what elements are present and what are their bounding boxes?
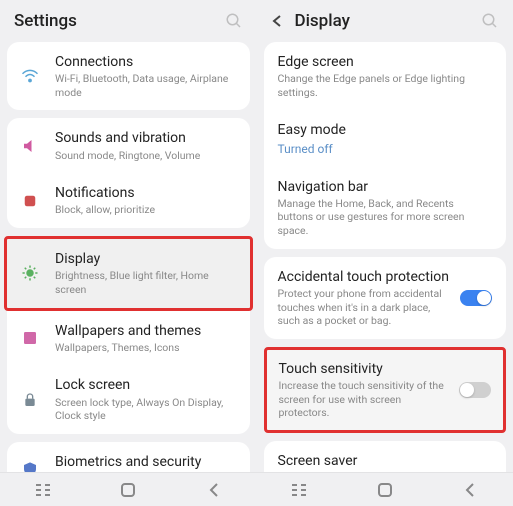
wallpaper-icon xyxy=(19,327,41,349)
display-list: Edge screenChange the Edge panels or Edg… xyxy=(257,42,513,472)
settings-header: Settings xyxy=(0,0,257,42)
back-button[interactable] xyxy=(445,482,495,498)
display-header: Display xyxy=(257,0,513,42)
settings-list: ConnectionsWi-Fi, Bluetooth, Data usage,… xyxy=(0,42,257,472)
back-button[interactable] xyxy=(189,482,239,498)
display-title: Display xyxy=(295,11,482,31)
settings-item-sounds[interactable]: Sounds and vibration Sound mode, Ringtone… xyxy=(7,118,250,173)
toggle-touch-sensitivity[interactable] xyxy=(459,382,491,398)
item-sub: Brightness, Blue light filter, Home scre… xyxy=(55,269,238,296)
item-title: Notifications xyxy=(55,184,238,202)
item-title: Sounds and vibration xyxy=(55,129,238,147)
item-title: Easy mode xyxy=(278,121,493,139)
item-sub: Increase the touch sensitivity of the sc… xyxy=(279,379,452,420)
item-title: Lock screen xyxy=(55,376,238,394)
display-item-edge[interactable]: Edge screenChange the Edge panels or Edg… xyxy=(264,42,507,110)
item-title: Edge screen xyxy=(278,53,493,71)
recents-button[interactable] xyxy=(18,483,68,497)
nav-bar xyxy=(257,472,513,506)
item-sub: Sound mode, Ringtone, Volume xyxy=(55,149,238,163)
item-title: Wallpapers and themes xyxy=(55,322,238,340)
display-item-navbar[interactable]: Navigation barManage the Home, Back, and… xyxy=(264,167,507,249)
item-sub: Protect your phone from accidental touch… xyxy=(278,287,453,328)
nav-bar xyxy=(0,472,257,506)
recents-button[interactable] xyxy=(274,483,324,497)
display-screen: Display Edge screenChange the Edge panel… xyxy=(257,0,513,506)
settings-item-biometrics[interactable]: Biometrics and securityFace recognition,… xyxy=(7,442,250,472)
item-sub: Wi-Fi, Bluetooth, Data usage, Airplane m… xyxy=(55,72,238,99)
settings-item-notifications[interactable]: NotificationsBlock, allow, prioritize xyxy=(7,173,250,228)
item-title: Navigation bar xyxy=(278,178,493,196)
item-sub: Manage the Home, Back, and Recents butto… xyxy=(278,197,493,238)
settings-item-wallpapers[interactable]: Wallpapers and themesWallpapers, Themes,… xyxy=(7,311,250,366)
shield-icon xyxy=(19,458,41,472)
home-button[interactable] xyxy=(360,482,410,498)
search-icon[interactable] xyxy=(481,12,499,30)
wifi-icon xyxy=(19,65,41,87)
toggle-accidental[interactable] xyxy=(460,290,492,306)
sound-icon xyxy=(19,135,41,157)
home-button[interactable] xyxy=(103,482,153,498)
item-title: Screen saver xyxy=(278,452,453,470)
item-sub: Block, allow, prioritize xyxy=(55,203,238,217)
item-title: Biometrics and security xyxy=(55,453,238,471)
item-title: Accidental touch protection xyxy=(278,268,453,286)
settings-item-display[interactable]: DisplayBrightness, Blue light filter, Ho… xyxy=(4,236,253,310)
display-item-screensaver[interactable]: Screen saverShow a screensaver after the… xyxy=(264,441,507,472)
item-sub: Wallpapers, Themes, Icons xyxy=(55,341,238,355)
display-item-easymode[interactable]: Easy mode Turned off xyxy=(264,110,507,166)
settings-item-connections[interactable]: ConnectionsWi-Fi, Bluetooth, Data usage,… xyxy=(7,42,250,110)
settings-screen: Settings ConnectionsWi-Fi, Bluetooth, Da… xyxy=(0,0,257,506)
search-icon[interactable] xyxy=(225,12,243,30)
settings-item-lockscreen[interactable]: Lock screen Screen lock type, Always On D… xyxy=(7,365,250,433)
item-sub: Change the Edge panels or Edge lighting … xyxy=(278,72,493,99)
back-icon[interactable] xyxy=(271,14,285,28)
display-item-touch-sensitivity[interactable]: Touch sensitivityIncrease the touch sens… xyxy=(267,350,504,430)
display-item-accidental[interactable]: Accidental touch protectionProtect your … xyxy=(264,257,507,339)
notif-icon xyxy=(19,190,41,212)
settings-title: Settings xyxy=(14,11,225,31)
item-title: Display xyxy=(55,250,238,268)
item-title: Connections xyxy=(55,53,238,71)
item-sub: Screen lock type, Always On Display, Clo… xyxy=(55,396,238,423)
item-link: Turned off xyxy=(278,142,493,156)
display-icon xyxy=(19,262,41,284)
item-title: Touch sensitivity xyxy=(279,360,452,378)
lock-icon xyxy=(19,389,41,411)
